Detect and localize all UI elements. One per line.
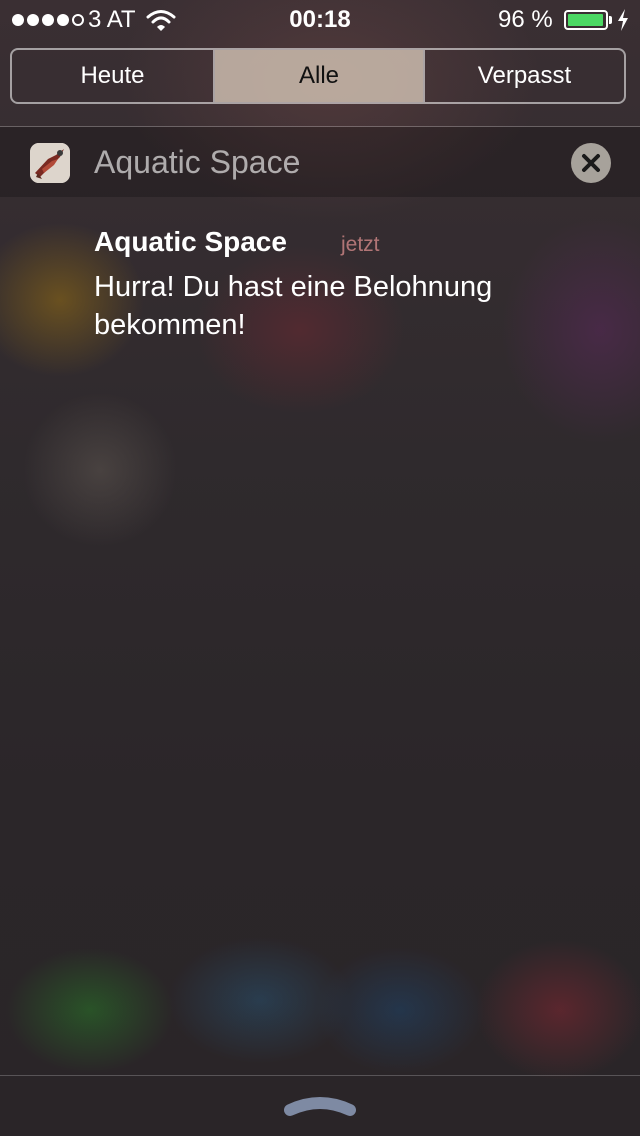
notification-group-header[interactable]: Aquatic Space: [0, 127, 640, 197]
battery-percentage: 96 %: [498, 6, 553, 33]
notification-center-tabs: Heute Alle Verpasst: [10, 48, 626, 104]
tab-verpasst[interactable]: Verpasst: [423, 50, 624, 102]
tab-alle[interactable]: Alle: [215, 50, 423, 102]
app-icon: [30, 143, 70, 183]
close-icon: [582, 154, 600, 172]
battery-level: [568, 14, 603, 26]
app-name: Aquatic Space: [94, 144, 301, 180]
bolt-icon: [618, 9, 628, 31]
notification-message: Hurra! Du hast eine Belohnung bekommen!: [94, 271, 493, 341]
status-bar: 3 AT 00:18 96 %: [0, 0, 640, 40]
app-icon-graphic: [30, 143, 70, 183]
notification-time: jetzt: [341, 233, 380, 256]
tab-heute[interactable]: Heute: [12, 50, 215, 102]
notification-title: Aquatic Space: [94, 226, 287, 257]
chevron-up-icon[interactable]: [282, 1090, 358, 1120]
battery-nub: [609, 16, 612, 24]
clear-notifications-button[interactable]: [571, 143, 611, 183]
divider: [0, 1075, 640, 1076]
battery-icon: [564, 10, 608, 30]
